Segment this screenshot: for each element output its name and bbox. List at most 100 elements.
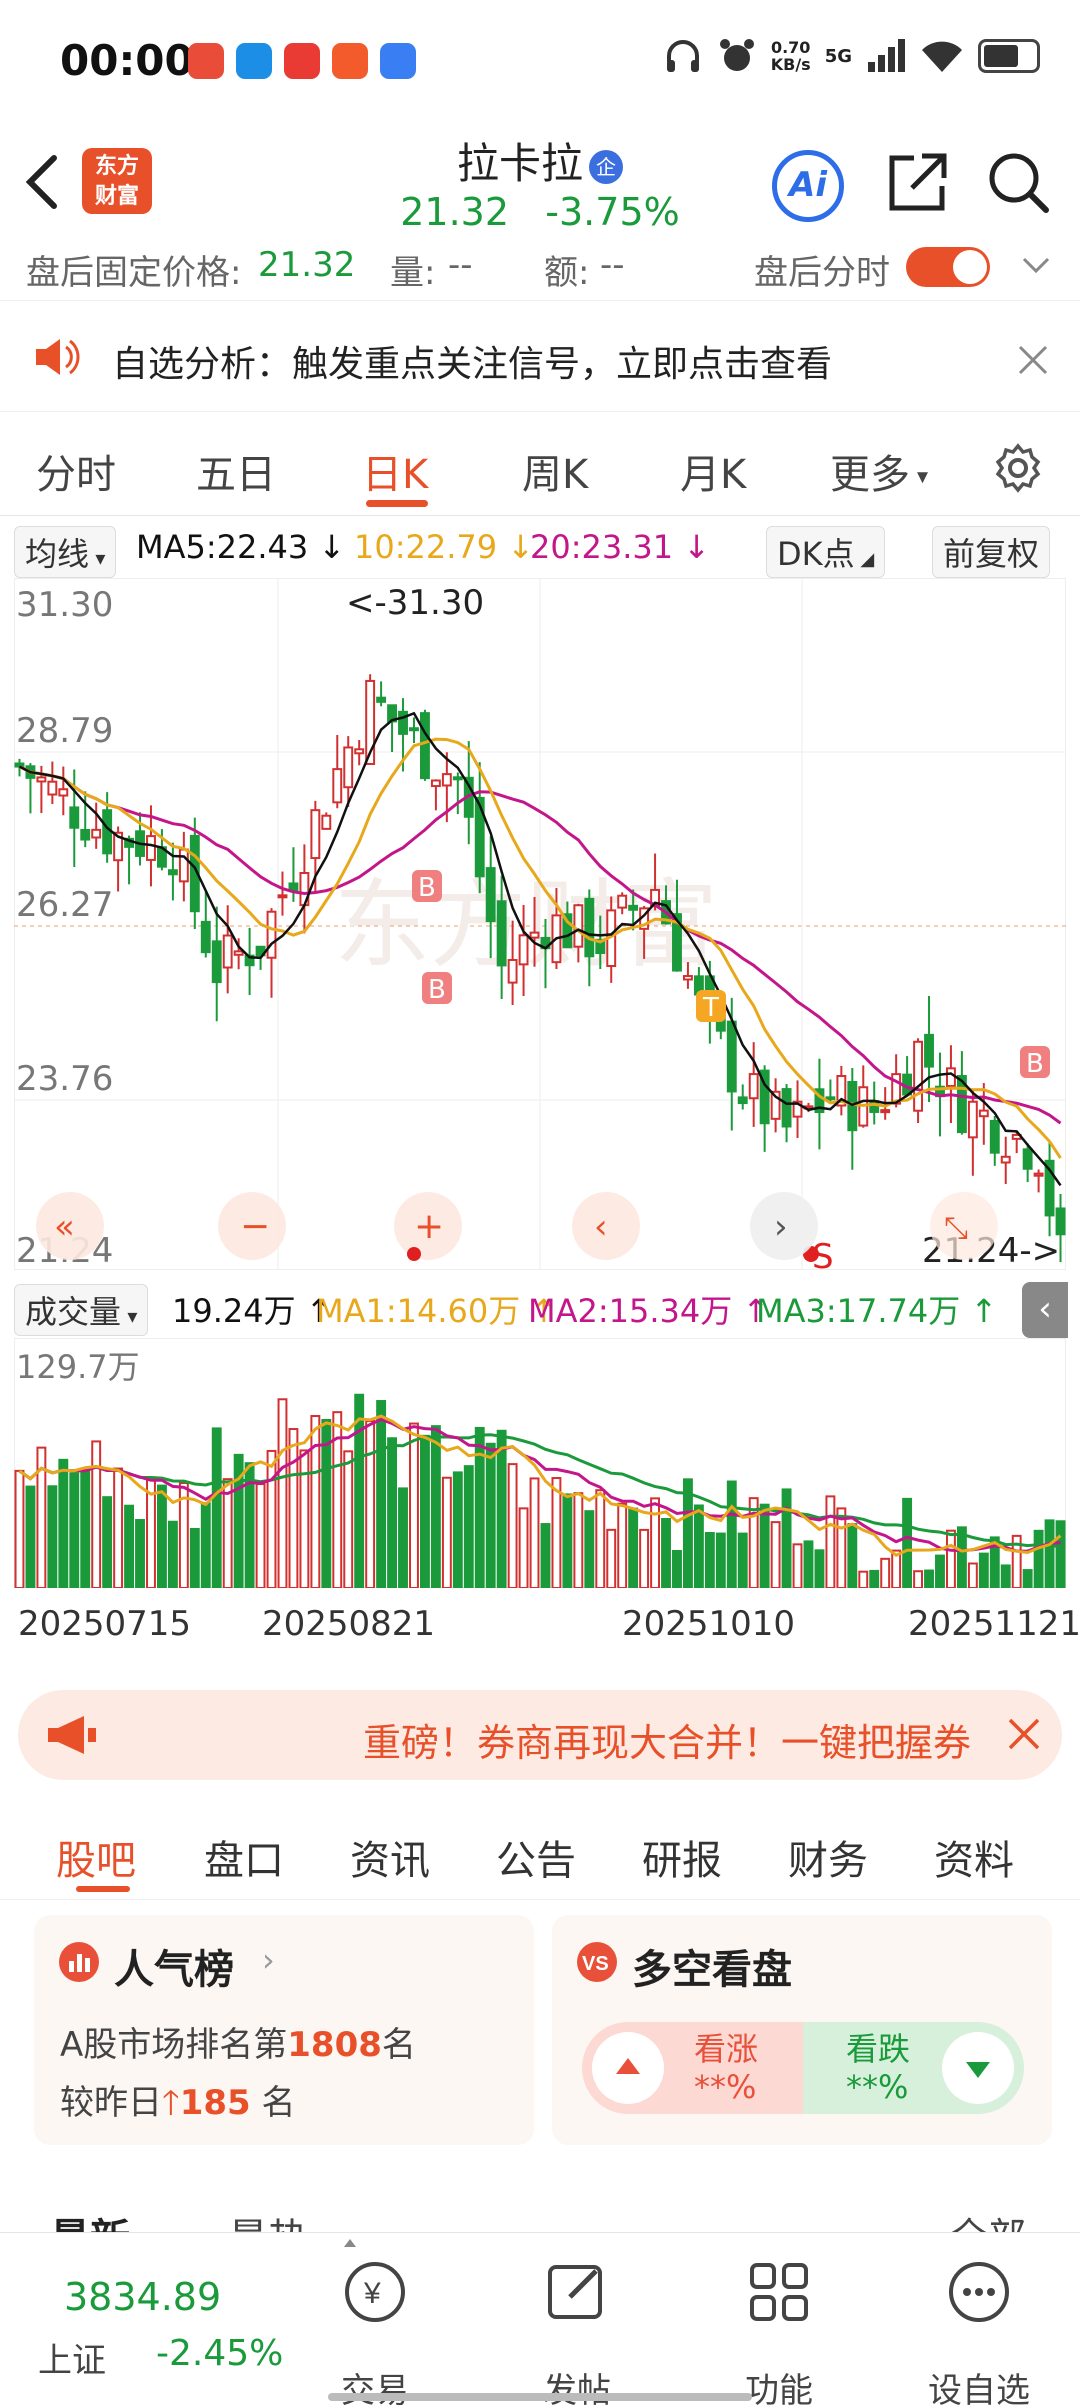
settings-gear-icon[interactable] [992,442,1044,494]
kline-chart[interactable]: 东方财富 31.30 28.79 26.27 23.76 21.24 <-31.… [13,577,1067,1277]
active-subtab-indicator [76,1886,130,1892]
index-expand-icon[interactable] [344,2235,356,2247]
volume-bar [945,1529,956,1589]
candle-body [529,931,540,939]
feed-tab-latest[interactable]: 最新 [50,2206,130,2232]
signal-t[interactable]: T [696,990,726,1023]
index-change[interactable]: -2.45% [156,2333,283,2374]
volume-ma1: MA1:14.60万 ↑ [316,1292,558,1330]
candle-body [496,900,507,967]
tab-finance[interactable]: 财务 [788,1828,868,1886]
volume-bar [540,1523,551,1590]
popularity-change: 较昨日🡑185 名 [60,2083,296,2123]
tab-more[interactable]: 更多 ▾ [830,442,928,500]
price-label-2: 28.79 [16,711,113,751]
search-icon[interactable] [986,150,1052,216]
tab-weekly-k[interactable]: 周K [522,442,588,500]
signal-b-3[interactable]: B [1020,1046,1050,1079]
fullscreen-button[interactable]: ⤡ [930,1192,998,1260]
svg-text:B: B [1026,1049,1044,1079]
tab-pankou[interactable]: 盘口 [204,1828,284,1886]
volume-bar [704,1532,715,1589]
volume-selector[interactable]: 成交量 ▾ [14,1284,149,1336]
volume-bar [310,1415,321,1589]
volume-bar [200,1502,211,1590]
candle-body [507,958,518,984]
tab-news[interactable]: 资讯 [350,1828,430,1886]
volume-bar [902,1497,913,1590]
popularity-card[interactable]: 人气榜 › A股市场排名第1808名 较昨日🡑185 名 [34,1915,534,2145]
nav-trade[interactable]: 交易 [300,2363,450,2408]
after-hours-toggle[interactable] [906,247,990,287]
scroll-right-button[interactable]: › [750,1192,818,1260]
volume-bar [781,1488,792,1589]
volume-bar [343,1450,354,1589]
tab-timeshare[interactable]: 分时 [36,442,116,500]
nav-functions[interactable]: 功能 [704,2363,854,2408]
index-value[interactable]: 3834.89 [64,2275,221,2319]
tab-announcements[interactable]: 公告 [496,1828,576,1886]
rewind-fast-button[interactable]: « [36,1192,104,1260]
chevron-down-icon[interactable] [1020,253,1052,277]
volume-bar [47,1485,58,1590]
fixed-price-label: 盘后固定价格: [26,253,242,293]
svg-text:‹: ‹ [594,1207,608,1247]
tab-monthly-k[interactable]: 月K [680,442,746,500]
popularity-rank: A股市场排名第1808名 [60,2025,416,2065]
candle-body [321,814,332,830]
wifi-icon [922,41,962,72]
volume-chart[interactable]: 129.7万 [13,1337,1067,1590]
scroll-left-button[interactable]: ‹ [572,1192,640,1260]
svg-text:−: − [240,1206,270,1247]
tab-five-day[interactable]: 五日 [196,442,276,500]
volume-bar [573,1492,584,1589]
volume-bar [606,1528,617,1589]
volume-bar [726,1480,737,1590]
ma-selector[interactable]: 均线 ▾ [14,526,117,578]
down-triangle-icon [966,2062,990,2078]
bull-vote-button[interactable] [592,2032,664,2104]
notice-bar[interactable]: 自选分析：触发重点关注信号，立即点击查看 [0,300,1080,412]
volume-bar [967,1562,978,1590]
bear-vote-button[interactable] [942,2032,1014,2104]
feed-filter-all[interactable]: 全部 [950,2206,1026,2232]
tab-profile[interactable]: 资料 [934,1828,1014,1886]
volume-bar [474,1426,485,1590]
chart-period-tabs: 分时 五日 日K 周K 月K 更多 ▾ [0,420,1080,516]
volume-bar [518,1507,529,1590]
sentiment-title: 多空看盘 [632,1947,792,1993]
feed-tabs: 最新 最热 全部 [0,2198,1080,2232]
candle-body [167,869,178,876]
candle-body [409,727,419,732]
banner-text: 重磅！券商再现大合并！一键把握券 [363,1721,972,1765]
banner-close-icon[interactable] [1006,1716,1042,1752]
candle-body [913,1040,924,1112]
nav-post[interactable]: 发帖 [502,2363,652,2408]
status-right: 0.70 KB/s 5G [663,36,1040,76]
signal-b-2[interactable]: B [422,972,452,1005]
candle-body [36,776,47,783]
close-icon[interactable] [1016,343,1050,377]
ma20-value: 20:23.31 ↓ [530,528,711,566]
share-icon[interactable] [884,150,950,216]
collapse-indicator-button[interactable]: ‹ [1022,1282,1068,1338]
zoom-out-button[interactable]: − [218,1192,286,1260]
ma5-value: MA5:22.43 ↓ [136,528,346,566]
volume-bar [1000,1564,1011,1590]
tab-guba[interactable]: 股吧 [56,1828,136,1886]
nav-add-watchlist[interactable]: 设自选 [904,2363,1054,2408]
index-name[interactable]: 上证 [38,2333,106,2382]
candle-body [682,975,693,981]
dk-point-selector[interactable]: DK点 ◢ [766,526,886,578]
adjust-selector[interactable]: 前复权 [932,526,1051,578]
signal-b-1[interactable]: B [412,870,442,903]
candle-body [178,848,189,883]
promo-banner[interactable]: 重磅！券商再现大合并！一键把握券 [18,1690,1062,1780]
tab-research[interactable]: 研报 [642,1828,722,1886]
tab-daily-k[interactable]: 日K [362,442,428,500]
feed-tab-hot[interactable]: 最热 [228,2206,308,2232]
ai-button[interactable]: Ai [772,150,844,222]
candle-body [14,762,25,768]
after-hours-bar: 盘后固定价格: 21.32 量: -- 额: -- 盘后分时 [0,245,1080,295]
date-label-4: 20251121 [908,1604,1080,1644]
